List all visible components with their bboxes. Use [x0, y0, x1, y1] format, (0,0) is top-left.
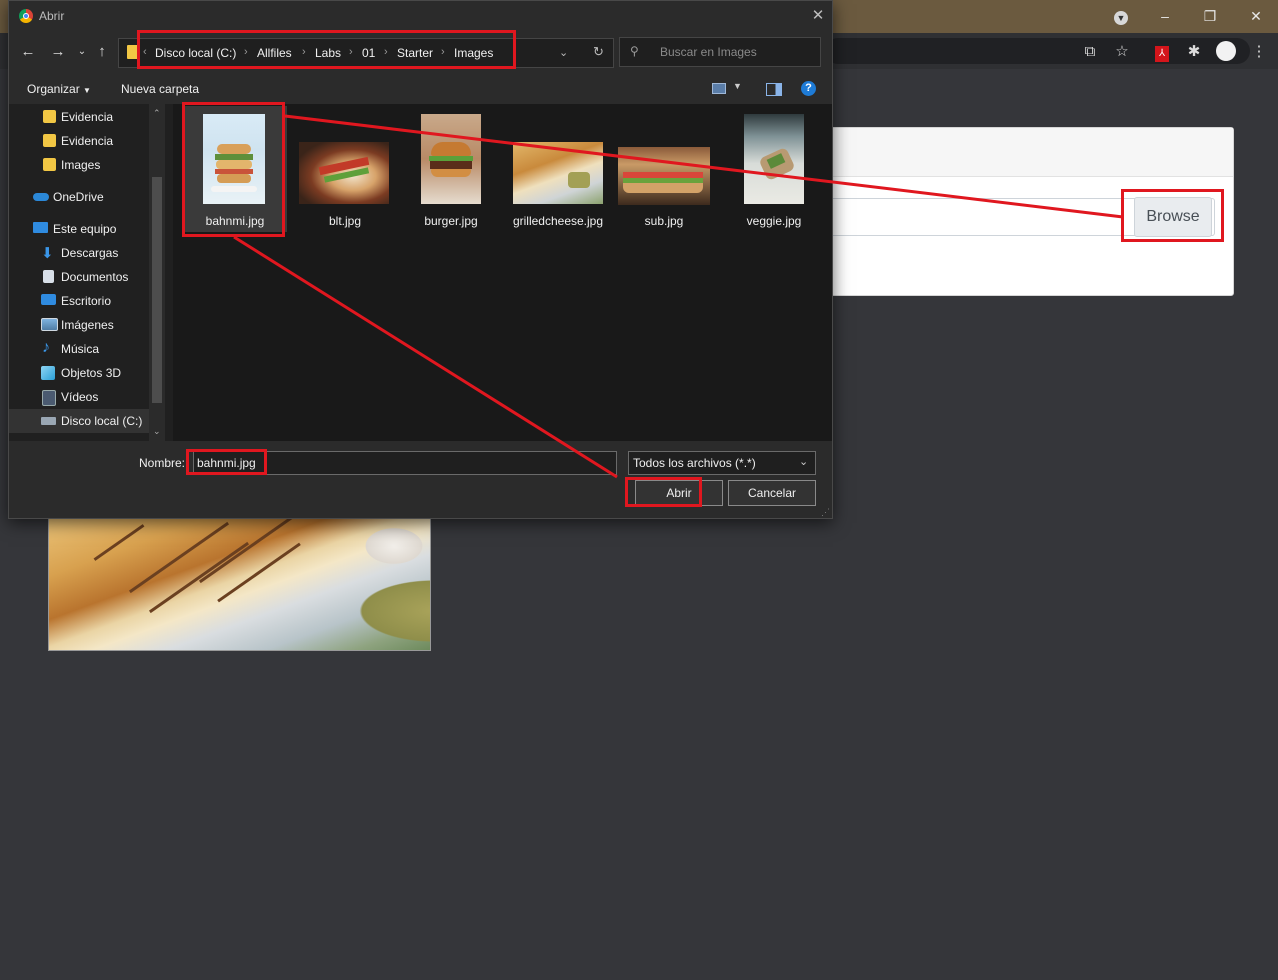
organize-button[interactable]: Organizar ▼ [27, 82, 91, 96]
profile-menu-icon[interactable]: ▼ [1111, 6, 1131, 26]
file-name: grilledcheese.jpg [512, 214, 604, 228]
nav-item-musica[interactable]: ♪ Música [9, 337, 149, 361]
nav-item-objetos-3d[interactable]: Objetos 3D [9, 361, 149, 385]
recent-locations-chevron-icon[interactable]: ⌄ [73, 42, 91, 62]
folder-icon [43, 110, 56, 123]
search-icon: ⚲ [630, 44, 639, 58]
file-name: blt.jpg [328, 214, 362, 228]
profile-avatar-icon[interactable] [1215, 41, 1237, 63]
grilledcheese-thumbnail [513, 142, 603, 204]
command-bar: Organizar ▼ Nueva carpeta [9, 72, 832, 104]
veggie-thumbnail [744, 114, 804, 204]
view-dropdown-icon[interactable]: ▼ [733, 81, 742, 91]
file-item-sub[interactable]: sub.jpg [612, 106, 716, 232]
extensions-puzzle-icon[interactable]: ✱ [1183, 41, 1205, 63]
filename-value: bahnmi.jpg [197, 456, 256, 470]
pictures-icon [41, 318, 58, 331]
navigation-pane: Evidencia Evidencia Images OneDrive Este… [9, 104, 165, 441]
blt-thumbnail [299, 142, 389, 204]
nav-item-escritorio[interactable]: Escritorio [9, 289, 149, 313]
browse-button[interactable]: Browse [1134, 197, 1212, 237]
forward-arrow-icon[interactable]: → [49, 42, 67, 62]
search-input[interactable]: ⚲ Buscar en Images [619, 37, 821, 67]
card-header [829, 128, 1233, 177]
open-file-dialog: Abrir ✕ ← → ⌄ ↑ ‹ Disco local (C:) › All… [8, 0, 833, 519]
file-item-veggie[interactable]: veggie.jpg [722, 106, 826, 232]
restore-icon[interactable]: ❐ [1200, 6, 1220, 26]
nav-item-descargas[interactable]: ⬇ Descargas [9, 241, 149, 265]
sandwich-preview-image [48, 515, 431, 651]
up-arrow-icon[interactable]: ↑ [93, 42, 111, 62]
bahnmi-thumbnail [203, 114, 265, 204]
dialog-address-bar[interactable]: ‹ Disco local (C:) › Allfiles › Labs › 0… [118, 38, 614, 68]
file-type-value: Todos los archivos (*.*) [633, 456, 756, 470]
sub-thumbnail [618, 147, 710, 205]
desktop-icon [41, 294, 56, 305]
scroll-down-arrow-icon[interactable]: ⌄ [153, 426, 161, 437]
breadcrumb-images[interactable]: Images [454, 46, 493, 60]
file-item-bahnmi[interactable]: bahnmi.jpg [183, 106, 287, 232]
folder-icon [127, 45, 139, 59]
filename-label: Nombre: [139, 456, 186, 470]
nav-item-videos[interactable]: Vídeos [9, 385, 149, 409]
nav-item-onedrive[interactable]: OneDrive [9, 185, 149, 209]
nav-item-este-equipo[interactable]: Este equipo [9, 217, 149, 241]
nav-item-disco-local[interactable]: Disco local (C:) [9, 409, 149, 433]
nav-item-documentos[interactable]: Documentos [9, 265, 149, 289]
document-icon [43, 270, 54, 283]
dialog-title: Abrir [39, 9, 65, 23]
download-icon: ⬇ [41, 245, 54, 262]
nav-item-evidencia-2[interactable]: Evidencia [9, 129, 149, 153]
file-item-grilledcheese[interactable]: grilledcheese.jpg [506, 106, 610, 232]
folder-icon [43, 134, 56, 147]
new-folder-button[interactable]: Nueva carpeta [121, 82, 199, 96]
dialog-titlebar: Abrir ✕ [9, 1, 832, 32]
address-dropdown-icon[interactable]: ⌄ [559, 46, 568, 59]
nav-pane-scroll-thumb[interactable] [152, 177, 162, 403]
close-window-icon[interactable]: ✕ [1246, 6, 1266, 26]
file-name: bahnmi.jpg [205, 214, 265, 228]
cloud-icon [33, 193, 49, 201]
minimize-icon[interactable]: – [1155, 6, 1175, 26]
cube-icon [41, 366, 55, 380]
burger-thumbnail [421, 114, 481, 204]
breadcrumb-disk[interactable]: Disco local (C:) [155, 46, 236, 60]
close-icon[interactable]: ✕ [809, 6, 827, 26]
refresh-icon[interactable]: ↻ [593, 44, 604, 60]
cancel-button[interactable]: Cancelar [728, 480, 816, 506]
video-icon [42, 390, 56, 406]
back-arrow-icon[interactable]: ← [19, 42, 37, 62]
filename-input[interactable]: bahnmi.jpg [193, 451, 617, 475]
scroll-up-arrow-icon[interactable]: ⌃ [153, 108, 161, 119]
chrome-logo-icon [19, 9, 33, 23]
chevron-down-icon: ⌄ [799, 456, 809, 468]
file-type-select[interactable]: Todos los archivos (*.*) ⌄ [628, 451, 816, 475]
breadcrumb-allfiles[interactable]: Allfiles [257, 46, 292, 60]
open-button[interactable]: Abrir [635, 480, 723, 506]
nav-item-imagenes[interactable]: Imágenes [9, 313, 149, 337]
file-name: burger.jpg [424, 214, 478, 228]
breadcrumb-labs[interactable]: Labs [315, 46, 341, 60]
resize-grip-icon[interactable]: ⋰ [821, 507, 830, 518]
change-view-icon[interactable] [712, 83, 726, 94]
bookmark-star-icon[interactable]: ☆ [1111, 41, 1133, 63]
nav-item-images[interactable]: Images [9, 153, 149, 177]
nav-item-evidencia-1[interactable]: Evidencia [9, 105, 149, 129]
file-name: veggie.jpg [746, 214, 802, 228]
folder-icon [43, 158, 56, 171]
pdf-extension-icon[interactable]: ⅄ [1151, 41, 1173, 63]
file-item-burger[interactable]: burger.jpg [399, 106, 503, 232]
drive-icon [41, 417, 56, 425]
translate-icon[interactable]: ⧉ [1079, 41, 1101, 63]
music-icon: ♪ [42, 339, 50, 356]
help-icon[interactable]: ? [801, 81, 816, 96]
breadcrumb-starter[interactable]: Starter [397, 46, 433, 60]
file-name: sub.jpg [644, 214, 684, 228]
chrome-menu-icon[interactable]: ⋮ [1248, 41, 1270, 63]
breadcrumb-01[interactable]: 01 [362, 46, 375, 60]
preview-pane-icon[interactable] [766, 83, 782, 96]
file-item-blt[interactable]: blt.jpg [293, 106, 397, 232]
computer-icon [33, 222, 48, 233]
